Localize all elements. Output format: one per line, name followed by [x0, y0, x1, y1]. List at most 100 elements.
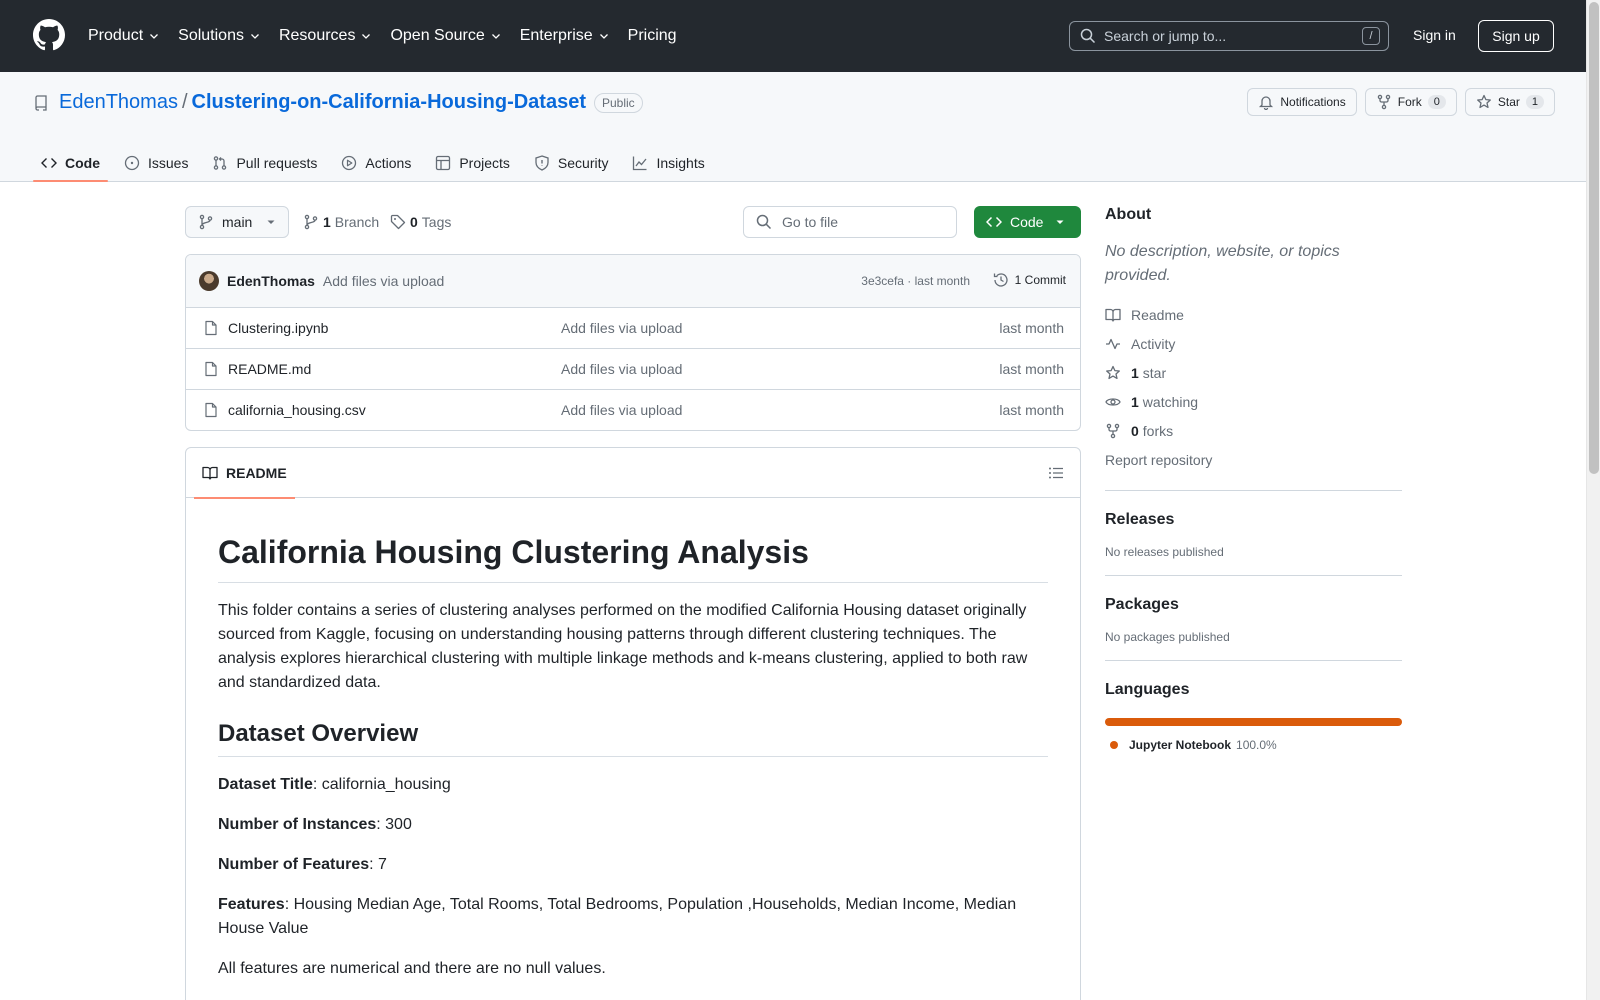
go-to-file-input[interactable]: Go to file [743, 206, 957, 238]
readme-tab[interactable]: README [194, 448, 295, 499]
repo-owner-link[interactable]: EdenThomas [59, 91, 178, 114]
file-name-link[interactable]: README.md [228, 361, 311, 377]
commit-message-link[interactable]: Add files via upload [323, 273, 444, 289]
avatar[interactable] [199, 271, 219, 291]
star-label: Star [1497, 95, 1520, 109]
tab-security-label: Security [557, 155, 609, 171]
stars-count: 1 [1131, 364, 1139, 381]
nav-pricing[interactable]: Pricing [628, 27, 677, 45]
commit-author-link[interactable]: EdenThomas [227, 273, 315, 289]
file-name-link[interactable]: california_housing.csv [228, 402, 366, 418]
stars-link[interactable]: 1 star [1105, 358, 1402, 387]
branch-select-button[interactable]: main [185, 206, 289, 238]
file-row[interactable]: california_housing.csv Add files via upl… [186, 390, 1080, 430]
file-commit-date: last month [999, 320, 1064, 336]
file-commit-date: last month [999, 361, 1064, 377]
tab-actions[interactable]: Actions [333, 144, 419, 182]
file-row[interactable]: README.md Add files via upload last mont… [186, 349, 1080, 390]
chevron-down-icon [150, 34, 159, 39]
releases-heading[interactable]: Releases [1105, 511, 1402, 529]
about-links: Readme Activity 1 star 1 watching 0 forks R… [1105, 300, 1402, 474]
search-shortcut-key: / [1362, 27, 1380, 45]
fork-button[interactable]: Fork 0 [1364, 88, 1457, 116]
nav-enterprise[interactable]: Enterprise [520, 27, 610, 45]
watching-label: watching [1142, 393, 1199, 410]
code-button-label: Code [1010, 214, 1044, 230]
tab-issues[interactable]: Issues [116, 144, 196, 182]
caret-down-icon [1056, 220, 1064, 224]
file-icon [205, 361, 217, 377]
tag-count-label: Tags [421, 214, 452, 230]
tab-projects[interactable]: Projects [427, 144, 518, 182]
tab-actions-label: Actions [365, 155, 412, 171]
repo-icon [35, 94, 47, 111]
tab-pull-requests[interactable]: Pull requests [204, 144, 325, 182]
commit-meta[interactable]: 3e3cefa · last month [861, 274, 970, 288]
star-button[interactable]: Star 1 [1464, 88, 1555, 116]
page-scrollbar[interactable] [1586, 0, 1600, 1000]
watchers-link[interactable]: 1 watching [1105, 387, 1402, 416]
report-repository-link[interactable]: Report repository [1105, 445, 1402, 474]
file-commit-message[interactable]: Add files via upload [561, 320, 682, 336]
scrollbar-thumb[interactable] [1589, 2, 1599, 474]
search-placeholder: Search or jump to... [1104, 28, 1227, 44]
code-icon [986, 216, 1002, 228]
repo-name-link[interactable]: Clustering-on-California-Housing-Dataset [192, 91, 586, 114]
global-header: Product Solutions Resources Open Source … [0, 0, 1586, 72]
star-count: 1 [1525, 95, 1544, 109]
language-item[interactable]: Jupyter Notebook 100.0% [1110, 738, 1402, 752]
file-commit-message[interactable]: Add files via upload [561, 361, 682, 377]
readme-header: README [186, 448, 1080, 499]
tab-issues-label: Issues [148, 155, 189, 171]
readme-link[interactable]: Readme [1105, 300, 1402, 329]
packages-heading[interactable]: Packages [1105, 596, 1402, 614]
sign-up-button[interactable]: Sign up [1478, 20, 1554, 52]
commits-link[interactable]: 1 Commit [993, 272, 1066, 288]
tag-count: 0 [410, 214, 418, 230]
tab-projects-label: Projects [459, 155, 510, 171]
nav-resources-label: Resources [278, 27, 356, 44]
tab-code[interactable]: Code [33, 144, 108, 182]
eye-icon [1105, 397, 1121, 406]
watching-count: 1 [1131, 393, 1139, 410]
github-logo-icon[interactable] [33, 19, 65, 51]
repo-actions: Notifications Fork 0 Star 1 [1239, 88, 1555, 116]
notifications-button[interactable]: Notifications [1247, 88, 1357, 116]
branches-link[interactable]: 1 Branch [303, 214, 379, 230]
activity-link[interactable]: Activity [1105, 329, 1402, 358]
features-count-label: Number of Features [218, 856, 370, 873]
table-icon [436, 155, 451, 171]
tab-security[interactable]: Security [526, 144, 617, 182]
watchers-link-text: 1 watching [1131, 394, 1198, 410]
language-bar [1105, 718, 1402, 726]
file-row[interactable]: Clustering.ipynb Add files via upload la… [186, 308, 1080, 349]
nav-open-source[interactable]: Open Source [390, 27, 501, 45]
packages-section: Packages No packages published [1105, 575, 1402, 644]
repo-title: EdenThomas / Clustering-on-California-Ho… [33, 91, 643, 114]
tab-pull-requests-label: Pull requests [236, 155, 318, 171]
fork-icon [1106, 423, 1120, 438]
code-dropdown-button[interactable]: Code [974, 206, 1081, 238]
tab-insights-label: Insights [656, 155, 705, 171]
search-input[interactable]: Search or jump to... / [1069, 21, 1389, 51]
forks-link[interactable]: 0 forks [1105, 416, 1402, 445]
sign-in-link[interactable]: Sign in [1413, 27, 1456, 43]
nav-resources[interactable]: Resources [279, 27, 372, 45]
nav-pricing-label: Pricing [627, 27, 677, 44]
tags-link[interactable]: 0 Tags [390, 214, 451, 230]
chevron-down-icon [491, 34, 500, 39]
list-icon[interactable] [1048, 465, 1064, 481]
branch-count: 1 [323, 214, 331, 230]
readme-intro: This folder contains a series of cluster… [218, 602, 1028, 691]
file-name-link[interactable]: Clustering.ipynb [228, 320, 328, 336]
branch-icon [304, 214, 318, 230]
nav-solutions[interactable]: Solutions [178, 27, 261, 45]
readme-content: California Housing Clustering Analysis T… [186, 532, 1080, 981]
features-count-value: : 7 [369, 856, 387, 873]
file-commit-message[interactable]: Add files via upload [561, 402, 682, 418]
repo-nav: Code Issues Pull requests Actions Projec… [33, 144, 721, 182]
releases-section: Releases No releases published [1105, 490, 1402, 559]
nav-product[interactable]: Product [88, 27, 160, 45]
tab-insights[interactable]: Insights [624, 144, 712, 182]
search-icon [1080, 28, 1096, 44]
